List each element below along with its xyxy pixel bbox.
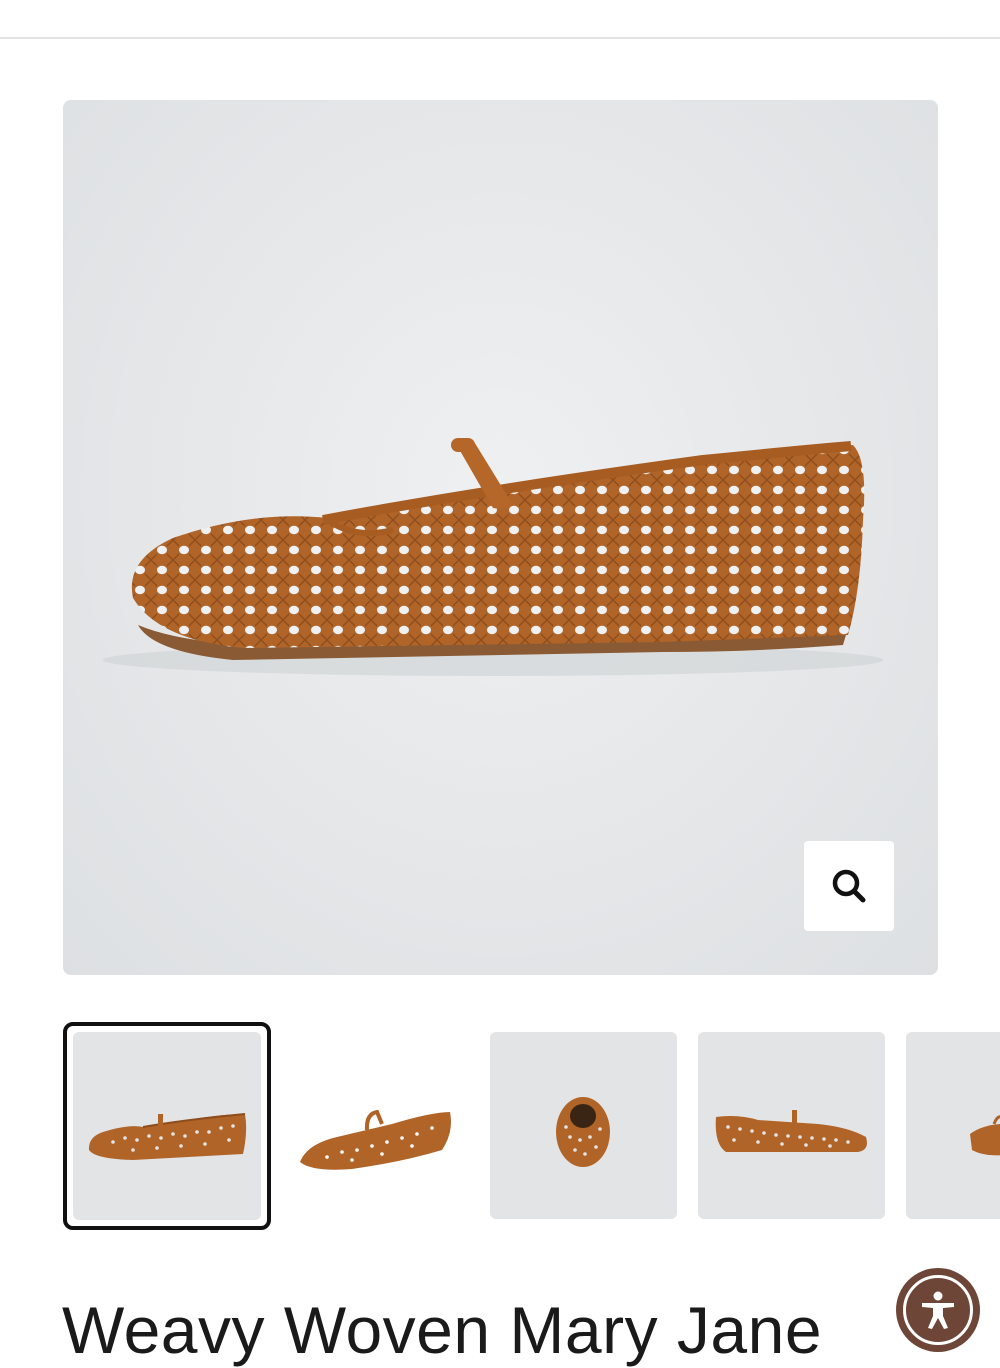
thumbnail-gallery (0, 1022, 1000, 1232)
shoe-thumbnail-image (300, 1109, 451, 1170)
shoe-thumbnail-image (970, 1115, 1000, 1156)
header-divider (0, 37, 1000, 39)
zoom-button[interactable] (804, 841, 894, 931)
accessibility-icon (922, 1291, 954, 1329)
thumbnail-4[interactable] (698, 1032, 885, 1219)
shoe-thumbnail-image (556, 1097, 610, 1167)
product-title: Weavy Woven Mary Jane (62, 1293, 823, 1367)
accessibility-button[interactable] (896, 1268, 980, 1352)
thumbnail-3[interactable] (490, 1032, 677, 1219)
thumbnail-2[interactable] (282, 1032, 469, 1219)
product-main-image[interactable] (63, 100, 938, 975)
shoe-thumbnail-image (715, 1110, 867, 1152)
accessibility-ring (903, 1275, 973, 1345)
thumbnail-5[interactable] (906, 1032, 1000, 1219)
search-icon (832, 869, 866, 903)
thumbnail-1[interactable] (73, 1032, 261, 1220)
shoe-thumbnail-image (88, 1113, 247, 1160)
